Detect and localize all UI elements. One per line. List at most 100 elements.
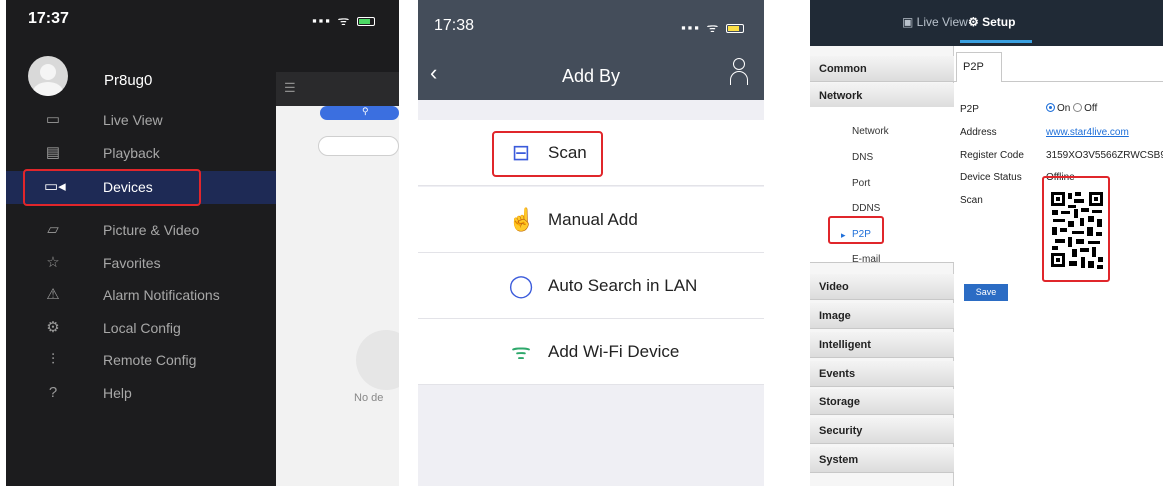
tab-p2p[interactable]: P2P	[956, 52, 1002, 82]
nav-bar: 17:38 ▪▪▪ ᯤ ‹ Add By	[418, 0, 764, 100]
sidebar-item-label: Intelligent	[819, 339, 871, 351]
option-label: Manual Add	[548, 210, 638, 229]
register-code-value: 3159XO3V5566ZRWCSB91XJ6QK	[1046, 150, 1163, 161]
monitor-icon: ▭	[45, 111, 61, 128]
radio-off-label: Off	[1084, 103, 1098, 114]
option-auto-search[interactable]: ◯ Auto Search in LAN	[418, 253, 764, 319]
status-icons: ▪▪▪ ᯤ	[681, 18, 744, 36]
p2p-content: P2P P2P On Off Address www.star4live.com…	[954, 46, 1163, 486]
sidebar-item-image[interactable]: Image	[810, 303, 954, 329]
star-icon: ☆	[46, 254, 60, 271]
submenu-email[interactable]: E-mail	[852, 254, 880, 265]
address-link[interactable]: www.star4live.com	[1046, 127, 1129, 138]
active-tab-indicator	[960, 40, 1032, 43]
sidebar-item-label: Security	[819, 425, 863, 437]
sidebar-item-storage[interactable]: Storage	[810, 389, 954, 415]
battery-icon	[726, 24, 744, 33]
search-input[interactable]	[318, 136, 399, 156]
sidebar-item-system[interactable]: System	[810, 447, 954, 473]
search-lan-icon: ◯	[508, 273, 534, 298]
sidebar-item-label: System	[819, 454, 859, 466]
help-icon: ?	[48, 384, 58, 401]
menu-item-alarm-notifications[interactable]: ⚠ Alarm Notifications	[6, 279, 274, 312]
sidebar-item-common[interactable]: Common	[810, 56, 954, 82]
battery-icon	[357, 17, 375, 26]
menu-item-label: Local Config	[103, 320, 181, 336]
sliders-icon: ⫶	[51, 351, 55, 368]
avatar[interactable]	[28, 56, 68, 96]
empty-text: No de	[354, 392, 384, 404]
device-status-label: Device Status	[960, 172, 1022, 183]
submenu-port[interactable]: Port	[852, 178, 870, 189]
sidebar-item-security[interactable]: Security	[810, 418, 954, 444]
submenu-ddns[interactable]: DDNS	[852, 203, 880, 214]
option-manual-add[interactable]: ☝ Manual Add	[418, 187, 764, 253]
sidebar-item-label: Video	[819, 281, 849, 293]
tab-label: P2P	[963, 61, 984, 73]
menu-item-label: Alarm Notifications	[103, 287, 220, 303]
folder-icon: ▱	[47, 221, 59, 238]
save-button[interactable]: Save	[964, 284, 1008, 301]
radio-on[interactable]	[1046, 103, 1055, 112]
sidebar-item-label: Image	[819, 310, 851, 322]
p2p-label: P2P	[960, 104, 979, 115]
list-icon[interactable]: ☰	[284, 80, 296, 96]
search-bar[interactable]: ⚲	[320, 106, 399, 120]
status-icons: ▪▪▪ ᯤ	[312, 11, 375, 29]
sidebar-item-network[interactable]: Network	[810, 83, 954, 109]
sidebar-item-label: Events	[819, 368, 856, 380]
menu-item-label: Help	[103, 385, 132, 401]
alert-icon: ⚠	[46, 286, 60, 303]
tab-setup[interactable]: ⚙ Setup	[968, 15, 1015, 29]
highlight-scan	[492, 131, 603, 177]
address-label: Address	[960, 127, 997, 138]
web-setup-screen: ▣ Live View ⚙ Setup Common Network Netwo…	[810, 0, 1163, 486]
menu-item-remote-config[interactable]: ⫶ Remote Config	[6, 344, 274, 377]
scan-label: Scan	[960, 195, 983, 206]
option-label: Auto Search in LAN	[548, 276, 698, 295]
user-name: Pr8ug0	[104, 72, 153, 89]
menu-item-label: Remote Config	[103, 352, 197, 368]
sidebar-item-events[interactable]: Events	[810, 361, 954, 387]
submenu-dns[interactable]: DNS	[852, 152, 873, 163]
menu-item-label: Picture & Video	[103, 222, 200, 238]
add-by-screen: 17:38 ▪▪▪ ᯤ ‹ Add By ⊟ Scan ☝ Manual Add…	[418, 0, 764, 486]
top-nav: ▣ Live View ⚙ Setup	[810, 0, 1163, 46]
empty-illustration	[356, 330, 399, 390]
hand-pointer-icon: ☝	[508, 207, 536, 232]
highlight-devices	[23, 169, 201, 206]
menu-item-picture-video[interactable]: ▱ Picture & Video	[6, 214, 274, 247]
sidebar-item-label: Common	[819, 63, 867, 75]
radio-off[interactable]	[1073, 103, 1083, 112]
menu-item-favorites[interactable]: ☆ Favorites	[6, 247, 274, 280]
status-bar: 17:37 ▪▪▪ ᯤ	[6, 0, 399, 40]
gear-icon: ⚙	[46, 319, 60, 336]
tab-live-view[interactable]: ▣ Live View	[902, 15, 968, 29]
register-code-label: Register Code	[960, 150, 1024, 161]
submenu-network[interactable]: Network	[852, 126, 889, 137]
sidebar-item-intelligent[interactable]: Intelligent	[810, 332, 954, 358]
app-side-menu-screen: 17:37 ▪▪▪ ᯤ Pr8ug0 ▭ Live View ▤ Playbac…	[6, 0, 399, 486]
menu-item-help[interactable]: ? Help	[6, 377, 274, 410]
option-label: Add Wi-Fi Device	[548, 342, 680, 361]
menu-item-live-view[interactable]: ▭ Live View	[6, 104, 274, 137]
sidebar-item-label: Network	[819, 90, 863, 102]
menu-item-label: Live View	[103, 112, 163, 128]
user-icon[interactable]	[730, 58, 748, 86]
film-icon: ▤	[45, 144, 61, 161]
menu-item-local-config[interactable]: ⚙ Local Config	[6, 312, 274, 345]
wifi-icon: ᯤ	[510, 339, 532, 364]
tab-label: Live View	[916, 15, 968, 29]
device-list-header: ☰	[276, 72, 399, 106]
menu-item-playback[interactable]: ▤ Playback	[6, 137, 274, 170]
device-list-pane: ☰ ⚲ No de	[276, 72, 399, 486]
status-time: 17:37	[28, 10, 69, 27]
tab-label: Setup	[982, 15, 1016, 29]
radio-on-label: On	[1057, 103, 1071, 114]
sidebar-item-video[interactable]: Video	[810, 274, 954, 300]
menu-item-label: Favorites	[103, 255, 161, 271]
qr-code	[1050, 191, 1104, 271]
highlight-p2p	[828, 216, 884, 244]
option-add-wifi[interactable]: ᯤ Add Wi-Fi Device	[418, 319, 764, 385]
status-time: 17:38	[434, 17, 475, 34]
